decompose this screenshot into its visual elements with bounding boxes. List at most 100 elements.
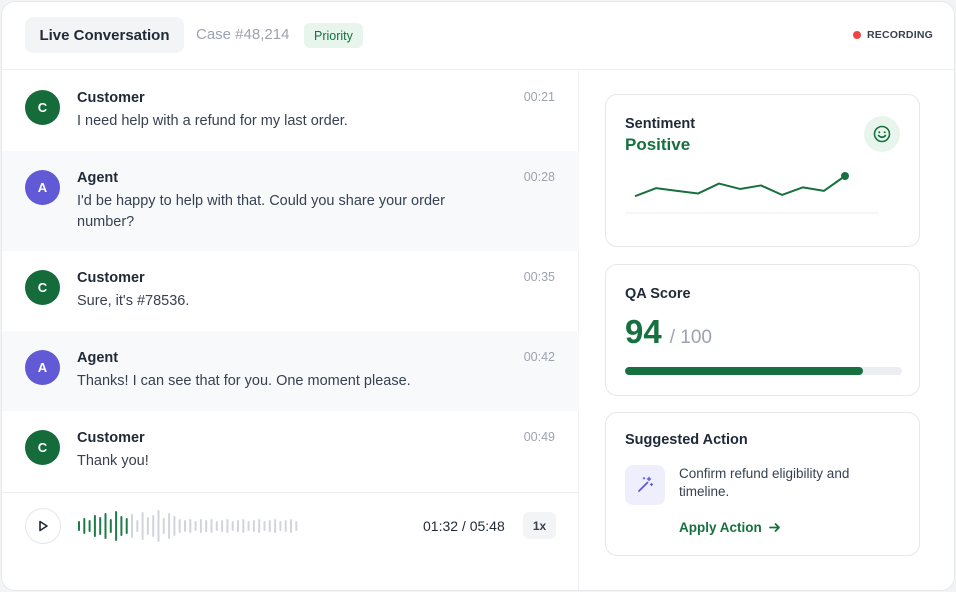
waveform-bar (141, 512, 144, 540)
waveform-bar (88, 520, 91, 532)
waveform-bar (237, 520, 239, 532)
waveform-bar (99, 517, 102, 535)
message-item: C Customer Thank you! 00:49 (2, 411, 579, 492)
waveform-bar (162, 518, 165, 534)
message-sender: Agent (77, 170, 119, 186)
playback-speed-button[interactable]: 1x (523, 512, 556, 539)
qa-score-card: QA Score 94 / 100 (605, 264, 920, 396)
waveform-bar (189, 519, 192, 533)
qa-score-bar-fill (625, 367, 864, 375)
recording-dot-icon (853, 31, 862, 39)
message-text: I'd be happy to help with that. Could yo… (77, 193, 445, 230)
apply-action-label: Apply Action (679, 520, 762, 535)
waveform-bar (93, 515, 96, 537)
qa-score-value: 94 / 100 (625, 313, 712, 351)
message-text: I need help with a refund for my last or… (77, 113, 348, 129)
transcript: C Customer I need help with a refund for… (2, 71, 579, 492)
qa-score-bar (625, 367, 902, 375)
message-item: A Agent I'd be happy to help with that. … (2, 151, 579, 251)
audio-time-display: 01:32 / 05:48 (423, 518, 505, 534)
magic-wand-icon-badge (625, 465, 665, 505)
suggested-action-card: Suggested Action Confirm refund eligibil… (605, 412, 920, 556)
customer-avatar: C (25, 270, 60, 305)
audio-waveform[interactable] (76, 507, 306, 545)
waveform-bar (178, 519, 181, 533)
waveform-bar (104, 513, 107, 539)
waveform-bar (173, 516, 176, 536)
qa-score-title: QA Score (625, 286, 691, 302)
waveform-bar (279, 521, 282, 531)
waveform-bar (242, 519, 245, 533)
trend-line (634, 175, 846, 198)
suggested-action-title: Suggested Action (625, 432, 748, 448)
qa-score-number: 94 (625, 313, 662, 350)
recording-label: RECORDING (867, 29, 933, 41)
waveform-bar (83, 518, 86, 534)
waveform-bar (231, 521, 234, 531)
waveform-bar (263, 521, 266, 531)
waveform-bar (226, 519, 229, 533)
message-time: 00:28 (523, 170, 555, 184)
waveform-bar (268, 520, 271, 532)
waveform-bar (157, 510, 160, 542)
message-text: Sure, it's #78536. (77, 293, 190, 309)
play-button[interactable] (25, 508, 61, 544)
waveform-bar (168, 513, 171, 539)
play-icon (39, 520, 48, 532)
waveform-bar (258, 519, 261, 533)
message-time: 00:35 (523, 270, 555, 284)
header: Live Conversation Case #48,214 Priority … (2, 2, 954, 70)
sentiment-card: Sentiment Positive (605, 94, 920, 247)
sentiment-title: Sentiment (625, 116, 696, 132)
waveform-bar (252, 520, 255, 532)
waveform-bar (120, 516, 123, 536)
suggested-action-text: Confirm refund eligibility and timeline. (679, 466, 850, 499)
message-item: C Customer Sure, it's #78536. 00:35 (2, 251, 579, 331)
waveform-bar (146, 517, 149, 535)
trend-end-point (841, 172, 849, 180)
smiley-icon-badge (864, 116, 900, 152)
magic-wand-icon (638, 476, 654, 492)
message-item: A Agent Thanks! I can see that for you. … (2, 331, 579, 411)
audio-player: 01:32 / 05:48 1x (2, 492, 579, 590)
message-text: Thanks! I can see that for you. One mome… (77, 373, 411, 389)
waveform-bar (184, 520, 186, 532)
message-item: C Customer I need help with a refund for… (2, 71, 579, 151)
waveform-bar (215, 521, 218, 531)
agent-avatar: A (25, 170, 60, 205)
waveform-bar (152, 515, 155, 537)
message-sender: Customer (77, 430, 145, 446)
agent-avatar: A (25, 350, 60, 385)
tab-live-conversation[interactable]: Live Conversation (25, 17, 184, 53)
waveform-bar (274, 519, 277, 533)
customer-avatar: C (25, 430, 60, 465)
apply-action-button[interactable]: Apply Action (679, 520, 781, 535)
waveform-bar (125, 518, 128, 534)
conversation-card: Live Conversation Case #48,214 Priority … (1, 1, 955, 591)
message-time: 00:42 (523, 350, 555, 364)
message-time: 00:21 (523, 90, 555, 104)
waveform-bar (247, 521, 250, 531)
message-time: 00:49 (523, 430, 555, 444)
arrow-right-icon (768, 523, 780, 532)
case-number: Case #48,214 (196, 26, 290, 43)
waveform-bar (131, 514, 133, 538)
message-sender: Customer (77, 90, 145, 106)
waveform-bar (210, 519, 213, 533)
waveform-bar (78, 521, 80, 531)
waveform-bar (205, 520, 208, 532)
waveform-bar (295, 521, 298, 531)
message-text: Thank you! (77, 453, 149, 469)
qa-score-total: / 100 (669, 327, 712, 348)
priority-badge: Priority (304, 23, 363, 48)
customer-avatar: C (25, 90, 60, 125)
sentiment-value: Positive (625, 135, 691, 154)
waveform-bar (115, 511, 118, 541)
waveform-bar (194, 521, 197, 531)
message-sender: Customer (77, 270, 145, 286)
recording-indicator: RECORDING (853, 29, 933, 41)
waveform-bar (136, 520, 139, 532)
sentiment-trend-chart (625, 172, 879, 214)
waveform-bar (290, 519, 292, 533)
waveform-bar (109, 519, 112, 533)
